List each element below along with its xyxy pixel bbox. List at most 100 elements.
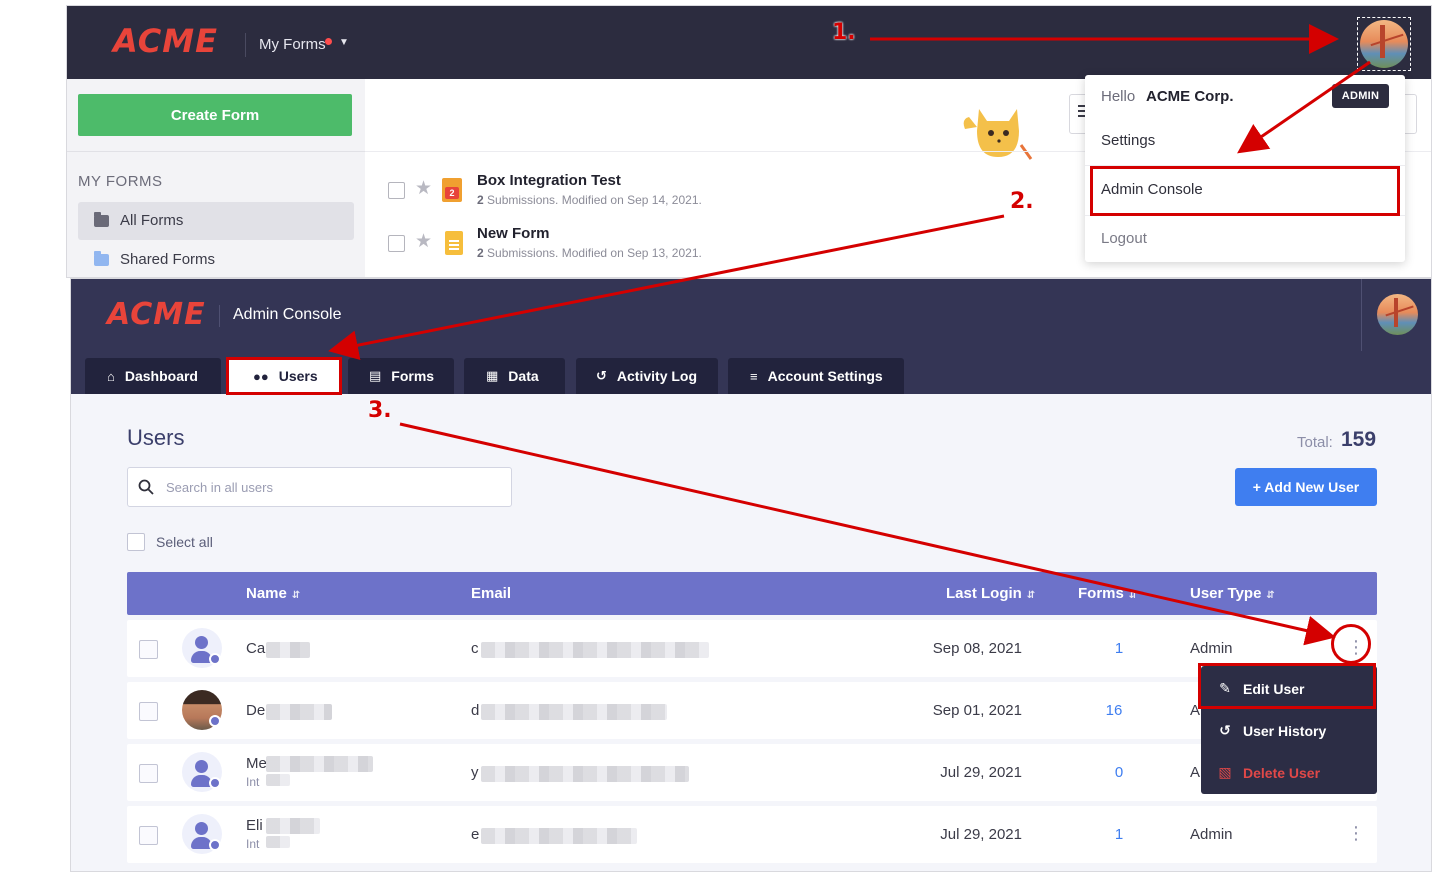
column-header-email: Email <box>471 585 512 602</box>
chevron-down-icon[interactable]: ▼ <box>339 37 349 48</box>
star-icon[interactable]: ★ <box>415 179 432 198</box>
table-row[interactable]: Eli Int e Jul 29, 2021 1 Admin ⋮ <box>127 806 1377 863</box>
account-name: ACME Corp. <box>1146 88 1234 105</box>
divider <box>1085 215 1405 216</box>
sidebar: Create Form MY FORMS All Forms Shared Fo… <box>67 79 365 277</box>
more-options-icon[interactable]: ⋮ <box>1347 824 1365 842</box>
redacted-text <box>266 756 373 772</box>
role-badge: ADMIN <box>1332 84 1389 108</box>
star-icon[interactable]: ★ <box>415 232 432 251</box>
sliders-icon: ≡ <box>750 368 758 384</box>
last-login: Sep 01, 2021 <box>932 702 1022 719</box>
tab-forms[interactable]: ▤ Forms <box>348 358 454 394</box>
tab-account-settings[interactable]: ≡ Account Settings <box>728 358 904 394</box>
redacted-text <box>481 704 667 720</box>
redacted-text <box>481 828 637 844</box>
my-forms-menu[interactable]: My Forms <box>259 36 326 53</box>
users-icon: ●● <box>253 368 269 384</box>
sort-icon: ⇵ <box>1128 590 1138 601</box>
redacted-text <box>266 704 332 720</box>
user-email: e <box>471 826 480 843</box>
profile-dropdown: Hello ACME Corp. ADMIN Settings Admin Co… <box>1085 75 1405 262</box>
forms-icon: ▤ <box>369 368 382 383</box>
tab-data[interactable]: ▦ Data <box>464 358 565 394</box>
profile-avatar-button[interactable] <box>1357 17 1411 71</box>
redacted-text <box>481 642 709 658</box>
menu-item-admin-console[interactable]: Admin Console <box>1101 181 1203 198</box>
select-all-checkbox[interactable] <box>127 533 145 551</box>
admin-console-screen: ACME Admin Console ⌂ Dashboard ●● Users ▤ F… <box>70 278 1432 872</box>
user-email: c <box>471 640 479 657</box>
nav-divider <box>245 33 246 57</box>
search-input[interactable]: Search in all users <box>127 467 512 507</box>
form-title[interactable]: New Form <box>477 225 550 242</box>
top-navbar: ACME My Forms ▼ <box>67 6 1431 79</box>
page-title: Admin Console <box>233 306 342 323</box>
menu-item-logout[interactable]: Logout <box>1101 230 1147 247</box>
divider <box>1085 165 1405 166</box>
menu-item-user-history[interactable]: ↺ User History <box>1217 722 1326 739</box>
sidebar-item-all-forms[interactable]: All Forms <box>78 202 354 240</box>
form-title[interactable]: Box Integration Test <box>477 172 621 189</box>
user-subtitle: Int <box>246 775 260 789</box>
row-checkbox[interactable] <box>139 826 158 845</box>
forms-count[interactable]: 1 <box>1104 640 1134 657</box>
column-header-user-type[interactable]: User Type ⇵ <box>1190 585 1275 602</box>
sort-icon: ⇵ <box>291 590 301 601</box>
trash-icon: ▧ <box>1218 764 1232 780</box>
form-meta: 2 Submissions. Modified on Sep 13, 2021. <box>477 246 702 260</box>
menu-item-delete-user[interactable]: ▧ Delete User <box>1217 764 1320 781</box>
form-checkbox[interactable] <box>388 235 405 252</box>
column-header-name[interactable]: Name ⇵ <box>246 585 300 602</box>
user-avatar <box>182 628 222 668</box>
menu-item-edit-user[interactable]: ✎ Edit User <box>1217 680 1304 697</box>
row-checkbox[interactable] <box>139 702 158 721</box>
table-row[interactable]: Ca c Sep 08, 2021 1 Admin ⋮ <box>127 620 1377 677</box>
user-avatar <box>182 814 222 854</box>
redacted-text <box>266 774 290 786</box>
folder-icon <box>94 251 109 266</box>
more-options-icon[interactable]: ⋮ <box>1347 638 1365 656</box>
last-login: Jul 29, 2021 <box>940 826 1022 843</box>
acme-logo[interactable]: ACME <box>113 22 218 60</box>
user-name: De <box>246 702 266 719</box>
forms-count[interactable]: 16 <box>1099 702 1129 719</box>
column-header-forms[interactable]: Forms ⇵ <box>1078 585 1137 602</box>
folder-icon <box>94 212 109 227</box>
sidebar-item-shared-forms[interactable]: Shared Forms <box>120 251 215 268</box>
select-all-label: Select all <box>156 534 213 550</box>
user-type: Admin <box>1190 826 1233 843</box>
add-new-user-button[interactable]: + Add New User <box>1235 468 1377 506</box>
nav-divider <box>219 305 220 327</box>
tab-dashboard[interactable]: ⌂ Dashboard <box>85 358 221 394</box>
user-subtitle: Int <box>246 837 260 851</box>
redacted-text <box>481 766 689 782</box>
acme-logo[interactable]: ACME <box>107 297 206 332</box>
column-header-last-login[interactable]: Last Login ⇵ <box>946 585 1035 602</box>
menu-item-settings[interactable]: Settings <box>1101 132 1155 149</box>
form-checkbox[interactable] <box>388 182 405 199</box>
forms-count[interactable]: 0 <box>1104 764 1134 781</box>
tab-activity-log[interactable]: ↺ Activity Log <box>576 358 718 394</box>
tab-users[interactable]: ●● Users <box>227 358 341 394</box>
mascot-illustration <box>963 109 1033 160</box>
nav-divider <box>1361 279 1362 351</box>
profile-avatar-button[interactable] <box>1377 294 1418 335</box>
sidebar-heading: MY FORMS <box>78 173 163 190</box>
edit-icon: ✎ <box>1219 680 1231 696</box>
forms-count[interactable]: 1 <box>1104 826 1134 843</box>
redacted-text <box>266 818 320 834</box>
row-checkbox[interactable] <box>139 764 158 783</box>
row-checkbox[interactable] <box>139 640 158 659</box>
create-form-button[interactable]: Create Form <box>78 94 352 136</box>
table-row[interactable]: Me Int y Jul 29, 2021 0 A <box>127 744 1377 801</box>
sort-icon: ⇵ <box>1266 590 1275 601</box>
home-icon: ⌂ <box>107 368 115 384</box>
form-icon <box>445 231 463 255</box>
notification-dot <box>325 38 332 45</box>
history-icon: ↺ <box>596 368 607 383</box>
table-row[interactable]: De d Sep 01, 2021 16 A <box>127 682 1377 739</box>
divider <box>67 151 365 152</box>
last-login: Jul 29, 2021 <box>940 764 1022 781</box>
redacted-text <box>266 642 310 658</box>
